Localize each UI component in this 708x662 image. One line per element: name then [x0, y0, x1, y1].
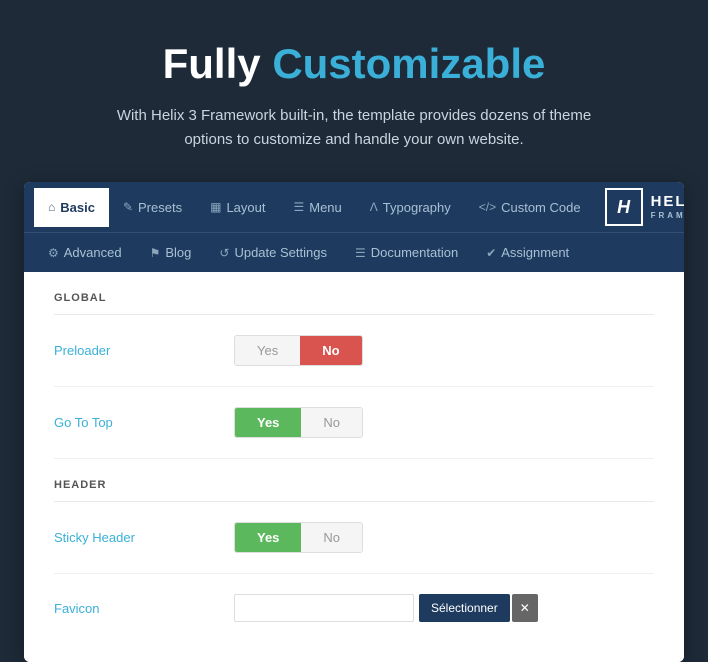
go-to-top-yes-button[interactable]: Yes	[235, 408, 301, 437]
favicon-select-button[interactable]: Sélectionner	[419, 594, 510, 622]
favicon-label: Favicon	[54, 601, 234, 616]
tab-documentation[interactable]: ☰ Documentation	[341, 233, 472, 272]
preloader-label: Preloader	[54, 343, 234, 358]
preloader-yes-button[interactable]: Yes	[235, 336, 300, 365]
tab-documentation-label: Documentation	[371, 245, 458, 260]
gear-icon: ⚙	[48, 246, 59, 260]
go-to-top-field-row: Go To Top Yes No	[54, 407, 654, 459]
tab-basic-label: Basic	[60, 200, 95, 215]
helix-logo-text: HELIX3 FRAMEWORK	[651, 193, 684, 221]
tab-menu-label: Menu	[309, 200, 342, 215]
tab-typography[interactable]: Λ Typography	[356, 188, 465, 227]
hero-subtitle: With Helix 3 Framework built-in, the tem…	[104, 104, 604, 152]
tab-custom-code[interactable]: </> Custom Code	[465, 188, 595, 227]
favicon-input[interactable]	[234, 594, 414, 622]
flag-icon: ⚑	[150, 246, 161, 260]
code-icon: </>	[479, 200, 496, 214]
hero-section: Fully Customizable With Helix 3 Framewor…	[0, 0, 708, 182]
favicon-field-row: Favicon Sélectionner ✕	[54, 594, 654, 632]
tab-assignment[interactable]: ✔ Assignment	[472, 233, 583, 272]
sticky-header-toggle: Yes No	[234, 522, 363, 553]
global-section-title: GLOBAL	[54, 292, 654, 315]
tab-layout-label: Layout	[226, 200, 265, 215]
helix-sub: FRAMEWORK	[651, 211, 684, 221]
tab-presets[interactable]: ✎ Presets	[109, 188, 196, 227]
tab-blog[interactable]: ⚑ Blog	[136, 233, 206, 272]
nav-bottom: ⚙ Advanced ⚑ Blog ↺ Update Settings ☰ Do…	[24, 233, 684, 272]
typography-icon: Λ	[370, 200, 378, 214]
tab-blog-label: Blog	[165, 245, 191, 260]
sticky-header-field-row: Sticky Header Yes No	[54, 522, 654, 574]
refresh-icon: ↺	[219, 246, 229, 260]
content-area: GLOBAL Preloader Yes No Go To Top Yes No…	[24, 272, 684, 662]
helix-logo: H HELIX3 FRAMEWORK	[595, 182, 684, 232]
tab-presets-label: Presets	[138, 200, 182, 215]
go-to-top-label: Go To Top	[54, 415, 234, 430]
panel: ⌂ Basic ✎ Presets ▦ Layout ☰ Menu Λ	[24, 182, 684, 662]
tab-update-settings-label: Update Settings	[234, 245, 327, 260]
pencil-icon: ✎	[123, 200, 133, 214]
helix-logo-box: H	[605, 188, 643, 226]
helix-name: HELIX3	[651, 193, 684, 211]
tab-menu[interactable]: ☰ Menu	[279, 188, 355, 227]
menu-icon: ☰	[293, 200, 304, 214]
favicon-clear-button[interactable]: ✕	[512, 594, 538, 622]
nav-tabs-top: ⌂ Basic ✎ Presets ▦ Layout ☰ Menu Λ	[34, 188, 595, 227]
header-section-title: HEADER	[54, 479, 654, 502]
go-to-top-toggle: Yes No	[234, 407, 363, 438]
nav-tabs-bottom: ⚙ Advanced ⚑ Blog ↺ Update Settings ☰ Do…	[34, 233, 583, 272]
tab-update-settings[interactable]: ↺ Update Settings	[205, 233, 341, 272]
tab-layout[interactable]: ▦ Layout	[196, 188, 279, 227]
sticky-header-yes-button[interactable]: Yes	[235, 523, 301, 552]
preloader-no-button[interactable]: No	[300, 336, 361, 365]
tab-basic[interactable]: ⌂ Basic	[34, 188, 109, 227]
tab-typography-label: Typography	[383, 200, 451, 215]
tab-custom-code-label: Custom Code	[501, 200, 580, 215]
helix-logo-symbol: H	[617, 197, 630, 218]
nav-bar: ⌂ Basic ✎ Presets ▦ Layout ☰ Menu Λ	[24, 182, 684, 272]
sticky-header-no-button[interactable]: No	[301, 523, 362, 552]
tab-assignment-label: Assignment	[501, 245, 569, 260]
home-icon: ⌂	[48, 200, 55, 214]
hero-title: Fully Customizable	[20, 40, 688, 88]
go-to-top-no-button[interactable]: No	[301, 408, 362, 437]
sticky-header-label: Sticky Header	[54, 530, 234, 545]
hero-title-accent: Customizable	[272, 40, 545, 87]
nav-top: ⌂ Basic ✎ Presets ▦ Layout ☰ Menu Λ	[24, 182, 684, 233]
check-icon: ✔	[486, 246, 496, 260]
preloader-toggle: Yes No	[234, 335, 363, 366]
layout-icon: ▦	[210, 200, 221, 214]
tab-advanced-label: Advanced	[64, 245, 122, 260]
doc-icon: ☰	[355, 246, 366, 260]
preloader-field-row: Preloader Yes No	[54, 335, 654, 387]
tab-advanced[interactable]: ⚙ Advanced	[34, 233, 136, 272]
hero-title-plain: Fully	[163, 40, 261, 87]
